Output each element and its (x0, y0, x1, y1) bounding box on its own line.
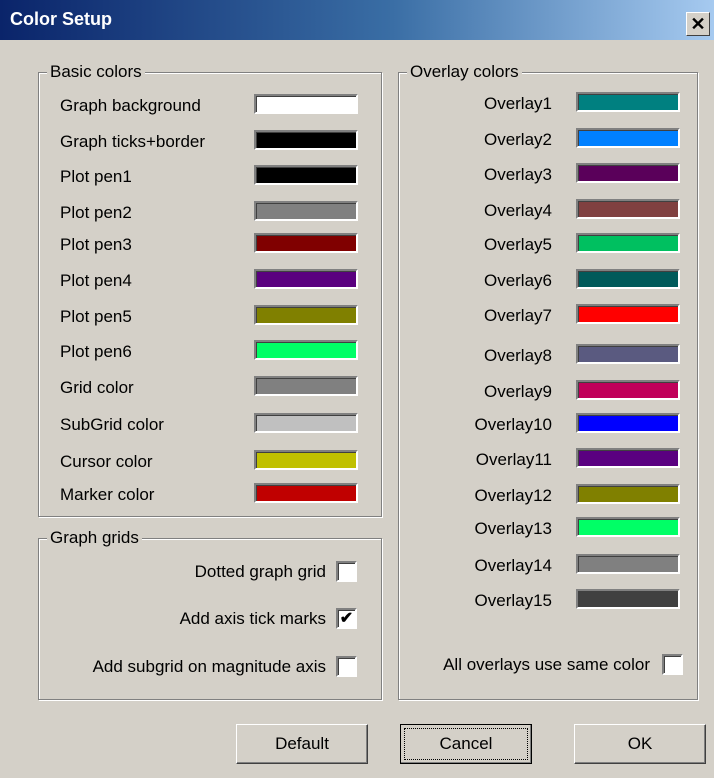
title-bar[interactable]: Color Setup ✕ (0, 0, 714, 40)
same-color-checkbox[interactable] (662, 654, 683, 675)
overlay-color-label: Overlay4 (483, 201, 552, 220)
overlay-color-swatch[interactable] (576, 380, 680, 400)
overlay-color-swatch[interactable] (576, 92, 680, 112)
overlay-color-label: Overlay2 (483, 130, 552, 149)
basic-color-swatch[interactable] (254, 94, 358, 114)
basic-color-label: Grid color (60, 378, 134, 397)
overlay-color-swatch[interactable] (576, 589, 680, 609)
basic-color-swatch[interactable] (254, 165, 358, 185)
same-color-label: All overlays use same color (443, 655, 650, 674)
basic-color-swatch[interactable] (254, 483, 358, 503)
color-setup-dialog: Color Setup ✕ Basic colors Graph grids D… (0, 0, 714, 778)
basic-color-label: Graph ticks+border (60, 132, 206, 151)
axis-tick-marks-check: ✔ (339, 609, 354, 627)
overlay-color-swatch[interactable] (576, 233, 680, 253)
overlay-color-label: Overlay3 (483, 165, 552, 184)
overlay-color-swatch[interactable] (576, 199, 680, 219)
basic-color-swatch[interactable] (254, 201, 358, 221)
ok-button[interactable]: OK (574, 724, 706, 764)
overlay-color-label: Overlay5 (483, 235, 552, 254)
overlay-color-label: Overlay6 (483, 271, 552, 290)
overlay-color-swatch[interactable] (576, 344, 680, 364)
overlay-color-label: Overlay10 (474, 415, 552, 434)
basic-color-label: Plot pen6 (60, 342, 132, 361)
basic-color-swatch[interactable] (254, 413, 358, 433)
basic-color-swatch[interactable] (254, 376, 358, 396)
subgrid-magnitude-checkbox[interactable] (336, 656, 357, 677)
basic-color-swatch[interactable] (254, 233, 358, 253)
overlay-color-label: Overlay15 (474, 591, 552, 610)
overlay-color-swatch[interactable] (576, 517, 680, 537)
basic-color-label: Plot pen3 (60, 235, 132, 254)
basic-color-swatch[interactable] (254, 340, 358, 360)
basic-color-label: SubGrid color (60, 415, 164, 434)
basic-color-label: Plot pen4 (60, 271, 132, 290)
basic-color-label: Marker color (60, 485, 155, 504)
overlay-color-label: Overlay8 (483, 346, 552, 365)
default-button[interactable]: Default (236, 724, 368, 764)
basic-color-label: Plot pen5 (60, 307, 132, 326)
overlay-color-label: Overlay9 (483, 382, 552, 401)
overlay-color-label: Overlay11 (475, 450, 552, 469)
basic-color-label: Cursor color (60, 452, 153, 471)
dotted-grid-checkbox[interactable] (336, 561, 357, 582)
axis-tick-marks-checkbox[interactable]: ✔ (336, 608, 357, 629)
overlay-color-swatch[interactable] (576, 128, 680, 148)
cancel-button[interactable]: Cancel (400, 724, 532, 764)
dialog-title: Color Setup (10, 9, 112, 29)
overlay-color-label: Overlay13 (474, 519, 552, 538)
close-button[interactable]: ✕ (686, 12, 710, 36)
overlay-colors-legend: Overlay colors (407, 62, 522, 82)
close-icon: ✕ (690, 14, 706, 34)
basic-color-label: Plot pen2 (60, 203, 132, 222)
overlay-color-swatch[interactable] (576, 304, 680, 324)
axis-tick-marks-label: Add axis tick marks (179, 609, 326, 628)
overlay-color-swatch[interactable] (576, 163, 680, 183)
subgrid-magnitude-label: Add subgrid on magnitude axis (92, 657, 326, 676)
overlay-color-label: Overlay7 (483, 306, 552, 325)
basic-colors-legend: Basic colors (47, 62, 145, 82)
basic-color-swatch[interactable] (254, 450, 358, 470)
overlay-color-swatch[interactable] (576, 269, 680, 289)
basic-color-label: Plot pen1 (60, 167, 132, 186)
overlay-color-swatch[interactable] (576, 484, 680, 504)
overlay-color-label: Overlay14 (474, 556, 552, 575)
basic-color-swatch[interactable] (254, 269, 358, 289)
dotted-grid-label: Dotted graph grid (194, 562, 326, 581)
basic-color-swatch[interactable] (254, 305, 358, 325)
overlay-color-swatch[interactable] (576, 413, 680, 433)
basic-color-swatch[interactable] (254, 130, 358, 150)
graph-grids-legend: Graph grids (47, 528, 142, 548)
overlay-color-swatch[interactable] (576, 448, 680, 468)
overlay-color-label: Overlay1 (483, 94, 552, 113)
overlay-color-swatch[interactable] (576, 554, 680, 574)
basic-color-label: Graph background (60, 96, 201, 115)
overlay-color-label: Overlay12 (474, 486, 552, 505)
